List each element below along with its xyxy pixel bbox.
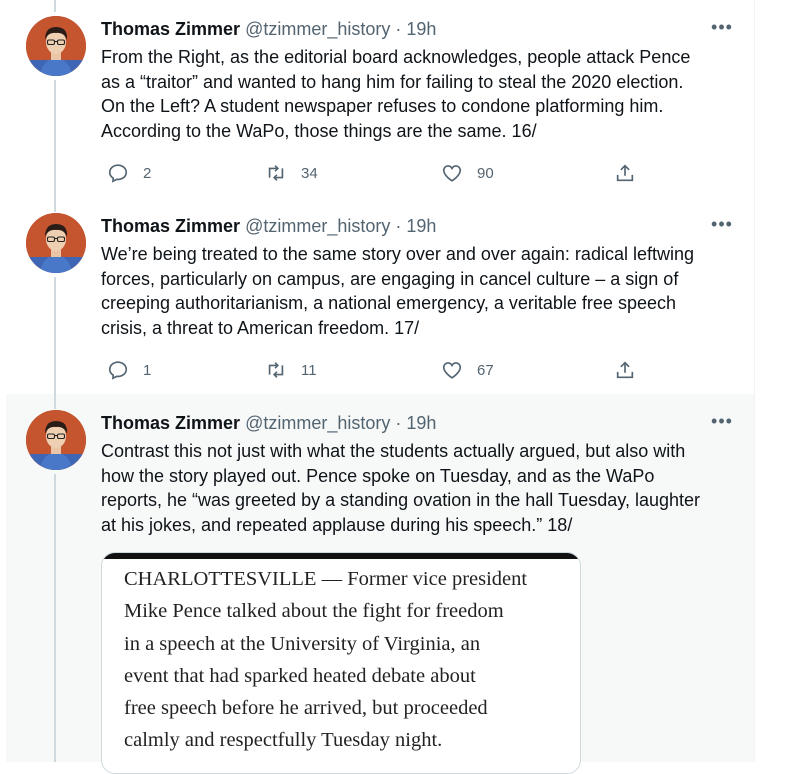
share-button[interactable] — [614, 358, 636, 382]
author-handle[interactable]: @tzimmer_history — [245, 413, 390, 433]
retweet-button[interactable]: 34 — [265, 161, 318, 185]
reply-icon — [108, 164, 128, 183]
tweet-text: From the Right, as the editorial board a… — [101, 47, 691, 141]
tweet-time[interactable]: 19h — [406, 413, 436, 433]
author-handle[interactable]: @tzimmer_history — [245, 19, 390, 39]
author-handle[interactable]: @tzimmer_history — [245, 216, 390, 236]
retweet-icon — [268, 362, 284, 378]
like-count: 90 — [477, 164, 494, 182]
retweet-count: 11 — [301, 361, 317, 379]
tweet-text: Contrast this not just with what the stu… — [101, 441, 701, 535]
more-options-icon[interactable]: ••• — [710, 18, 734, 40]
more-options-icon[interactable]: ••• — [710, 412, 734, 434]
thread-line — [54, 197, 56, 212]
reply-count: 1 — [143, 361, 152, 379]
author-name[interactable]: Thomas Zimmer — [101, 19, 240, 39]
thread-line — [54, 0, 56, 12]
author-name[interactable]: Thomas Zimmer — [101, 216, 240, 236]
like-button[interactable]: 67 — [441, 358, 494, 382]
retweet-icon — [268, 165, 284, 181]
separator: · — [395, 413, 402, 433]
image-article-text: CHARLOTTESVILLE — Former vice president … — [124, 568, 528, 752]
like-button[interactable]: 90 — [441, 161, 494, 185]
retweet-button[interactable]: 11 — [265, 358, 317, 382]
tweet-header: Thomas Zimmer @tzimmer_history · 19h — [101, 18, 436, 40]
timeline: Thomas Zimmer @tzimmer_history · 19h •••… — [6, 0, 755, 774]
tweet-image[interactable]: CHARLOTTESVILLE — Former vice president … — [101, 552, 581, 774]
avatar[interactable] — [26, 410, 86, 470]
separator: · — [395, 19, 402, 39]
tweet-18[interactable]: Thomas Zimmer @tzimmer_history · 19h •••… — [6, 394, 754, 774]
heart-icon — [442, 362, 462, 379]
thread-line — [54, 277, 56, 394]
tweet-time[interactable]: 19h — [406, 19, 436, 39]
heart-icon — [442, 165, 462, 182]
reply-button[interactable]: 1 — [107, 358, 151, 382]
thread-line — [54, 80, 56, 197]
avatar[interactable] — [26, 16, 86, 76]
like-count: 67 — [477, 361, 494, 379]
share-icon — [616, 164, 634, 182]
more-options-icon[interactable]: ••• — [710, 215, 734, 237]
avatar[interactable] — [26, 213, 86, 273]
reply-button[interactable]: 2 — [107, 161, 151, 185]
tweet-actions: 2 34 90 — [101, 161, 641, 185]
tweet-header: Thomas Zimmer @tzimmer_history · 19h — [101, 215, 436, 237]
tweet-time[interactable]: 19h — [406, 216, 436, 236]
reply-icon — [108, 361, 128, 380]
retweet-count: 34 — [301, 164, 318, 182]
share-icon — [616, 361, 634, 379]
tweet-header: Thomas Zimmer @tzimmer_history · 19h — [101, 412, 436, 434]
thread-line — [54, 394, 56, 409]
tweet-actions: 1 11 67 — [101, 358, 641, 382]
tweet-17[interactable]: Thomas Zimmer @tzimmer_history · 19h •••… — [6, 197, 754, 394]
tweet-text: We’re being treated to the same story ov… — [101, 244, 694, 338]
reply-count: 2 — [143, 164, 152, 182]
author-name[interactable]: Thomas Zimmer — [101, 413, 240, 433]
share-button[interactable] — [614, 161, 636, 185]
thread-line — [54, 474, 56, 762]
tweet-16[interactable]: Thomas Zimmer @tzimmer_history · 19h •••… — [6, 0, 754, 197]
separator: · — [395, 216, 402, 236]
